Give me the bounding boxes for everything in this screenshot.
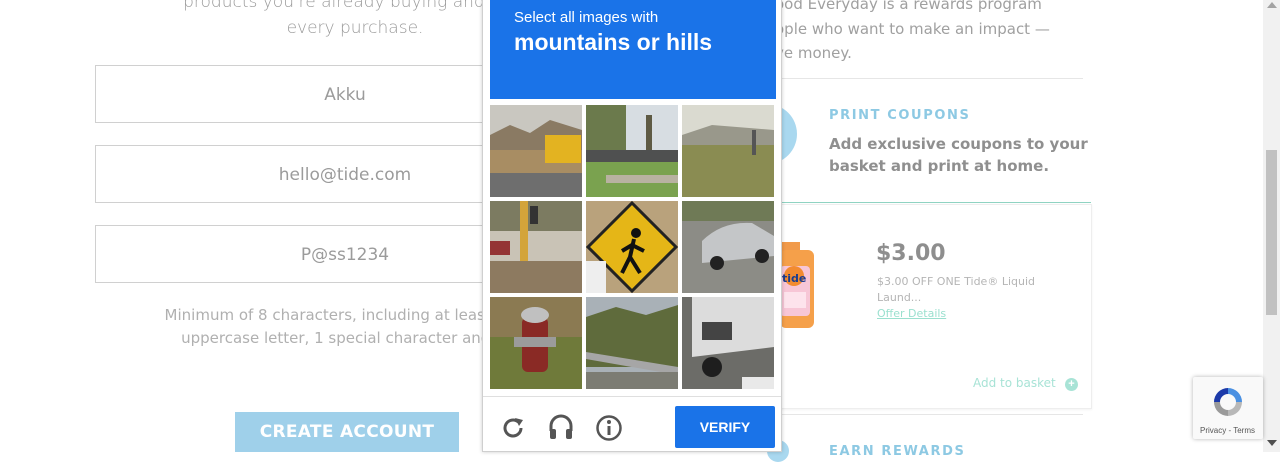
info-icon[interactable] [595, 414, 623, 442]
captcha-tile-4[interactable] [490, 201, 582, 293]
scroll-up-arrow-icon[interactable] [1267, 2, 1277, 8]
captcha-tile-6[interactable] [682, 201, 774, 293]
captcha-tile-3[interactable] [682, 105, 774, 197]
print-coupons-desc-line2: basket and print at home. [829, 157, 1050, 175]
add-to-basket-link[interactable]: Add to basket [973, 376, 1056, 390]
terms-link[interactable]: Terms [1233, 426, 1255, 435]
captcha-instruction: Select all images with [514, 9, 659, 26]
scroll-down-arrow-icon[interactable] [1267, 440, 1277, 446]
captcha-tile-9[interactable] [682, 297, 774, 389]
coupon-description-line1: $3.00 OFF ONE Tide® Liquid [877, 275, 1035, 288]
info-text-line2: ople who want to make an impact — [775, 20, 1050, 38]
captcha-tile-7[interactable] [490, 297, 582, 389]
bottom-divider [780, 414, 1083, 415]
print-coupons-title: PRINT COUPONS [829, 108, 971, 123]
captcha-footer-divider [483, 396, 781, 397]
captcha-tile-1[interactable] [490, 105, 582, 197]
plus-icon[interactable]: + [1065, 378, 1078, 391]
coupon-description-line2: Laund... [877, 291, 922, 304]
verify-button[interactable]: VERIFY [675, 406, 775, 448]
tide-product-image: tide [780, 236, 814, 328]
captcha-tile-8[interactable] [586, 297, 678, 389]
info-text-line1: ood Everyday is a rewards program [775, 0, 1042, 13]
recaptcha-logo-icon [1208, 384, 1248, 420]
section-divider [780, 202, 1091, 203]
print-coupons-desc-line1: Add exclusive coupons to your [829, 135, 1088, 153]
recaptcha-links: Privacy - Terms [1200, 426, 1255, 435]
reload-icon[interactable] [499, 414, 527, 442]
create-account-button[interactable]: CREATE ACCOUNT [235, 412, 459, 452]
info-divider [780, 78, 1083, 79]
audio-icon[interactable] [547, 413, 575, 441]
info-text-line3: ve money. [775, 44, 852, 62]
captcha-tile-2[interactable] [586, 105, 678, 197]
privacy-link[interactable]: Privacy [1200, 426, 1226, 435]
offer-details-link[interactable]: Offer Details [877, 307, 946, 320]
captcha-target-label: mountains or hills [514, 29, 713, 55]
scrollbar-thumb[interactable] [1266, 150, 1277, 315]
coupon-price: $3.00 [876, 241, 946, 266]
product-brand-label: tide [782, 272, 806, 285]
captcha-tile-5[interactable] [586, 201, 678, 293]
